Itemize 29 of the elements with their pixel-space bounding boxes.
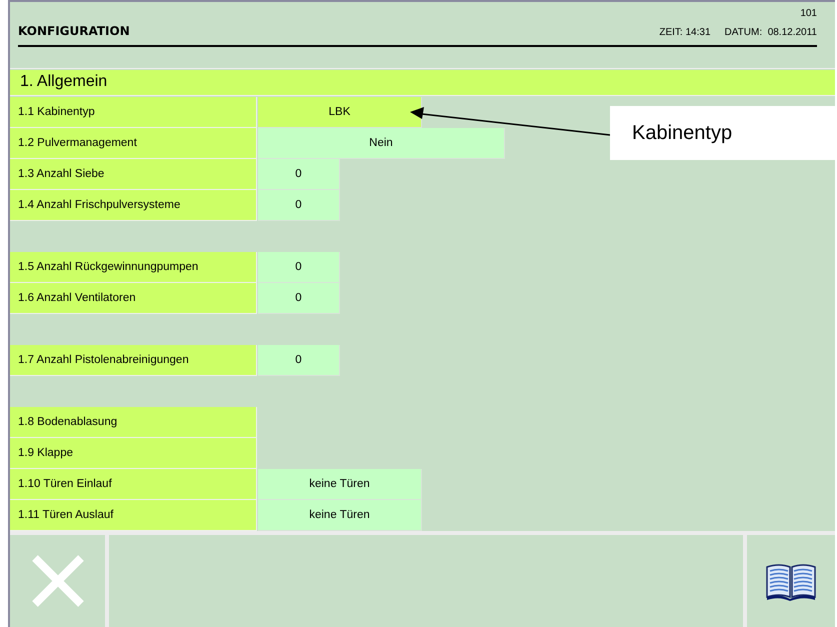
setting-value[interactable]: keine Türen xyxy=(258,469,422,500)
setting-label: 1.3 Anzahl Siebe xyxy=(10,159,257,190)
screen-title: KONFIGURATION xyxy=(18,24,130,38)
setting-label: 1.4 Anzahl Frischpulversysteme xyxy=(10,190,257,222)
close-icon xyxy=(30,554,84,608)
setting-value[interactable]: Nein xyxy=(258,128,505,160)
setting-label: 1.8 Bodenablasung xyxy=(10,407,257,438)
date-text: DATUM: 08.12.2011 xyxy=(724,27,817,38)
manual-button[interactable] xyxy=(747,535,835,627)
page-number: 101 xyxy=(800,8,817,21)
callout-label: Kabinentyp xyxy=(610,106,837,160)
setting-label: 1.10 Türen Einlauf xyxy=(10,469,257,500)
setting-value[interactable]: LBK xyxy=(258,97,422,128)
setting-value[interactable]: 0 xyxy=(258,252,340,284)
setting-label: 1.7 Anzahl Pistolenabreinigungen xyxy=(10,345,257,376)
book-icon xyxy=(765,561,817,602)
setting-label: 1.11 Türen Auslauf xyxy=(10,500,257,532)
setting-label: 1.1 Kabinentyp xyxy=(10,97,257,128)
time-text: ZEIT: 14:31 xyxy=(659,27,711,38)
setting-value[interactable]: 0 xyxy=(258,159,340,190)
setting-label: 1.9 Klappe xyxy=(10,438,257,470)
setting-label: 1.2 Pulvermanagement xyxy=(10,128,257,160)
setting-value[interactable]: 0 xyxy=(258,345,340,376)
setting-value[interactable]: keine Türen xyxy=(258,500,422,532)
setting-label: 1.6 Anzahl Ventilatoren xyxy=(10,283,257,314)
setting-label: 1.5 Anzahl Rückgewinnungpumpen xyxy=(10,252,257,284)
section-header: 1. Allgemein xyxy=(10,70,835,96)
setting-value[interactable]: 0 xyxy=(258,283,340,314)
setting-value[interactable]: 0 xyxy=(258,190,340,222)
